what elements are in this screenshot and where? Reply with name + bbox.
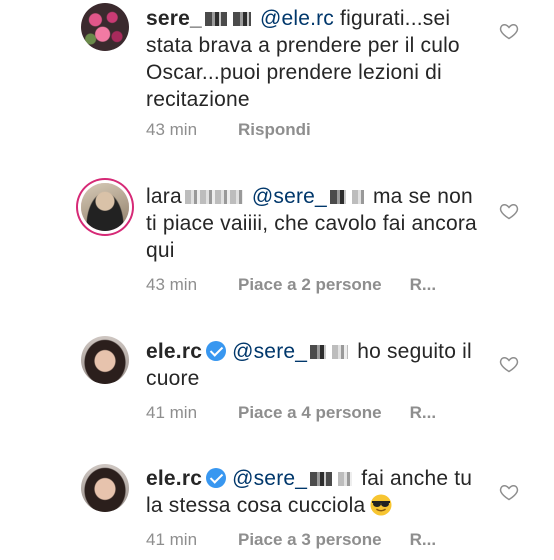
avatar[interactable] bbox=[81, 336, 129, 384]
redacted-username bbox=[232, 12, 251, 26]
comment-meta: 41 min Piace a 3 persone R... bbox=[146, 530, 464, 550]
avatar[interactable] bbox=[81, 183, 129, 231]
reply-button[interactable]: Rispondi bbox=[238, 120, 311, 140]
heart-outline-icon[interactable] bbox=[499, 482, 519, 502]
redacted-username bbox=[204, 12, 227, 26]
likes-count[interactable]: Piace a 3 persone bbox=[238, 530, 382, 550]
redacted-username bbox=[332, 345, 349, 359]
redacted-username bbox=[310, 345, 327, 359]
timestamp: 41 min bbox=[146, 530, 198, 549]
redacted-username bbox=[351, 190, 364, 204]
comment-text: lara @sere_ ma se non ti piace vaiiii, c… bbox=[146, 183, 486, 264]
mention-link[interactable]: @sere_ bbox=[232, 340, 307, 363]
avatar[interactable] bbox=[81, 464, 129, 512]
verified-badge-icon bbox=[206, 468, 227, 488]
reply-button[interactable]: R... bbox=[410, 275, 436, 295]
heart-outline-icon[interactable] bbox=[499, 201, 519, 221]
comment-meta: 43 min Rispondi bbox=[146, 120, 339, 140]
mention-link[interactable]: @ele.rc bbox=[260, 7, 334, 30]
comment-meta: 43 min Piace a 2 persone R... bbox=[146, 275, 464, 295]
timestamp: 43 min bbox=[146, 120, 198, 139]
redacted-username bbox=[338, 472, 353, 486]
redacted-username bbox=[329, 190, 346, 204]
username[interactable]: sere_ bbox=[146, 7, 202, 30]
username[interactable]: lara bbox=[146, 185, 182, 208]
timestamp: 43 min bbox=[146, 275, 198, 294]
redacted-username bbox=[184, 190, 243, 204]
likes-count[interactable]: Piace a 2 persone bbox=[238, 275, 382, 295]
comment-text: ele.rc @sere_ fai anche tu la stessa cosa… bbox=[146, 465, 486, 523]
username[interactable]: ele.rc bbox=[146, 467, 202, 490]
mention-link[interactable]: @sere_ bbox=[232, 467, 307, 490]
reply-button[interactable]: R... bbox=[410, 403, 436, 423]
comment-meta: 41 min Piace a 4 persone R... bbox=[146, 403, 464, 423]
username[interactable]: ele.rc bbox=[146, 340, 202, 363]
reply-button[interactable]: R... bbox=[410, 530, 436, 550]
redacted-username bbox=[310, 472, 333, 486]
heart-outline-icon[interactable] bbox=[499, 354, 519, 374]
comment-text: sere_ @ele.rc figurati...sei stata brava… bbox=[146, 5, 486, 113]
likes-count[interactable]: Piace a 4 persone bbox=[238, 403, 382, 423]
timestamp: 41 min bbox=[146, 403, 198, 422]
heart-outline-icon[interactable] bbox=[499, 21, 519, 41]
comment-text: ele.rc @sere_ ho seguito il cuore bbox=[146, 338, 486, 392]
verified-badge-icon bbox=[206, 341, 227, 361]
avatar[interactable] bbox=[81, 3, 129, 51]
sunglasses-emoji-icon bbox=[369, 494, 393, 523]
mention-link[interactable]: @sere_ bbox=[252, 185, 327, 208]
